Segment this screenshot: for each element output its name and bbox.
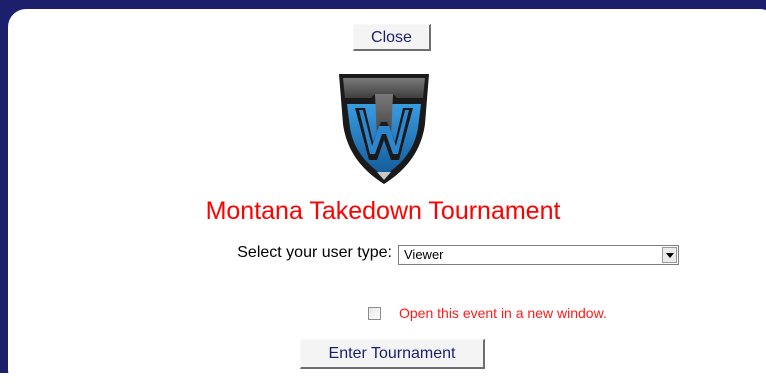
new-window-checkbox[interactable] [368, 307, 381, 320]
enter-tournament-button[interactable]: Enter Tournament [300, 339, 485, 369]
user-type-select[interactable]: Viewer [398, 245, 679, 265]
close-button[interactable]: Close [353, 24, 431, 51]
user-type-selected-value: Viewer [404, 247, 444, 262]
user-type-label: Select your user type: [237, 244, 392, 261]
tournament-title: Montana Takedown Tournament [205, 197, 561, 225]
chevron-down-icon[interactable] [662, 247, 677, 263]
new-window-label[interactable]: Open this event in a new window. [399, 305, 607, 321]
takedown-shield-logo-icon [339, 74, 429, 184]
